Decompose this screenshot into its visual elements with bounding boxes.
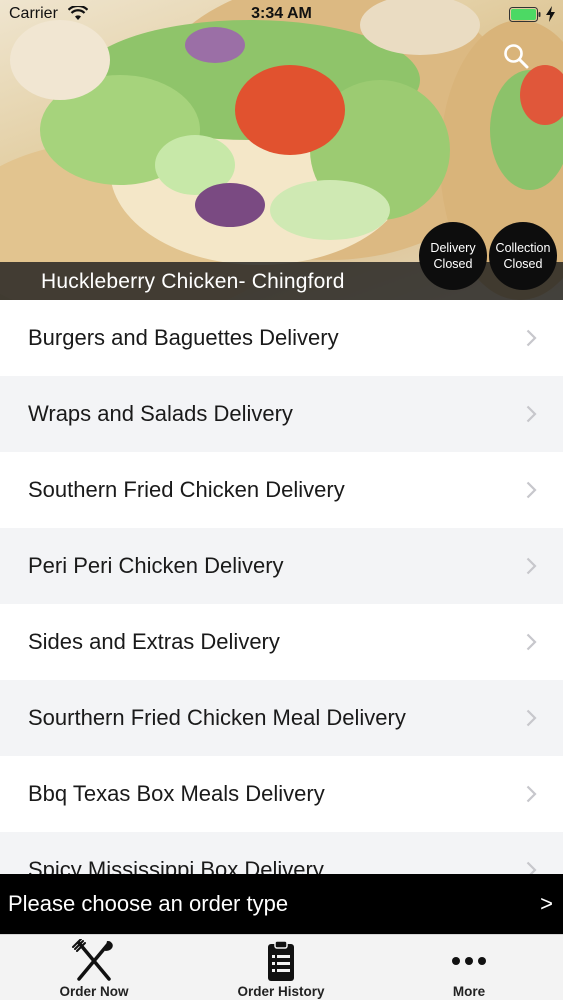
tab-label: Order History — [237, 984, 325, 999]
menu-item-chicken-meal[interactable]: Sourthern Fried Chicken Meal Delivery — [0, 680, 563, 756]
tab-order-now[interactable]: Order Now — [0, 935, 188, 1000]
chevron-right-icon — [526, 557, 537, 575]
menu-item-label: Bbq Texas Box Meals Delivery — [28, 781, 325, 806]
clipboard-list-icon — [268, 940, 294, 981]
menu-item-sides-extras[interactable]: Sides and Extras Delivery — [0, 604, 563, 680]
collection-status-value: Closed — [503, 257, 543, 271]
menu-item-label: Peri Peri Chicken Delivery — [28, 553, 284, 578]
tab-bar: Order Now Order History More — [0, 934, 563, 1000]
search-icon[interactable] — [503, 43, 529, 69]
menu-item-southern-fried-chicken[interactable]: Southern Fried Chicken Delivery — [0, 452, 563, 528]
chevron-right-icon — [526, 405, 537, 423]
menu-item-label: Burgers and Baguettes Delivery — [28, 325, 339, 350]
delivery-status-badge: Delivery Closed — [419, 222, 487, 290]
status-time: 3:34 AM — [251, 5, 312, 22]
collection-status-title: Collection — [495, 241, 551, 255]
fork-knife-icon — [72, 939, 113, 981]
delivery-status-title: Delivery — [430, 241, 476, 255]
chevron-right-icon — [526, 633, 537, 651]
menu-category-list[interactable]: Burgers and Baguettes Delivery Wraps and… — [0, 300, 563, 874]
chevron-right-icon — [526, 481, 537, 499]
battery-icon — [509, 7, 541, 22]
tab-order-history[interactable]: Order History — [187, 935, 375, 1000]
menu-item-burgers-baguettes[interactable]: Burgers and Baguettes Delivery — [0, 300, 563, 376]
chevron-right-icon — [526, 861, 537, 874]
menu-item-label: Southern Fried Chicken Delivery — [28, 477, 345, 502]
tab-label: More — [452, 984, 486, 999]
restaurant-name: Huckleberry Chicken- Chingford — [41, 270, 345, 293]
menu-item-label: Sides and Extras Delivery — [28, 629, 280, 654]
delivery-status-value: Closed — [433, 257, 473, 271]
menu-item-bbq-texas-box[interactable]: Bbq Texas Box Meals Delivery — [0, 756, 563, 832]
chevron-right-icon — [526, 709, 537, 727]
menu-item-spicy-mississippi-box[interactable]: Spicy Mississippi Box Delivery — [0, 832, 563, 874]
menu-item-label: Sourthern Fried Chicken Meal Delivery — [28, 705, 406, 730]
status-bar: Carrier 3:34 AM — [0, 0, 563, 30]
menu-item-label: Spicy Mississippi Box Delivery — [28, 857, 324, 874]
tab-more[interactable]: More — [375, 935, 563, 1000]
chevron-right-icon — [526, 785, 537, 803]
more-dots-icon — [452, 957, 486, 965]
collection-status-badge: Collection Closed — [489, 222, 557, 290]
menu-item-peri-peri-chicken[interactable]: Peri Peri Chicken Delivery — [0, 528, 563, 604]
menu-item-label: Wraps and Salads Delivery — [28, 401, 293, 426]
chevron-right-icon — [526, 329, 537, 347]
order-type-prompt: Please choose an order type — [8, 891, 289, 916]
menu-item-wraps-salads[interactable]: Wraps and Salads Delivery — [0, 376, 563, 452]
order-type-arrow: > — [540, 891, 553, 916]
order-type-banner[interactable]: Please choose an order type > — [0, 874, 563, 934]
bolt-icon — [546, 6, 555, 22]
tab-label: Order Now — [59, 984, 129, 999]
